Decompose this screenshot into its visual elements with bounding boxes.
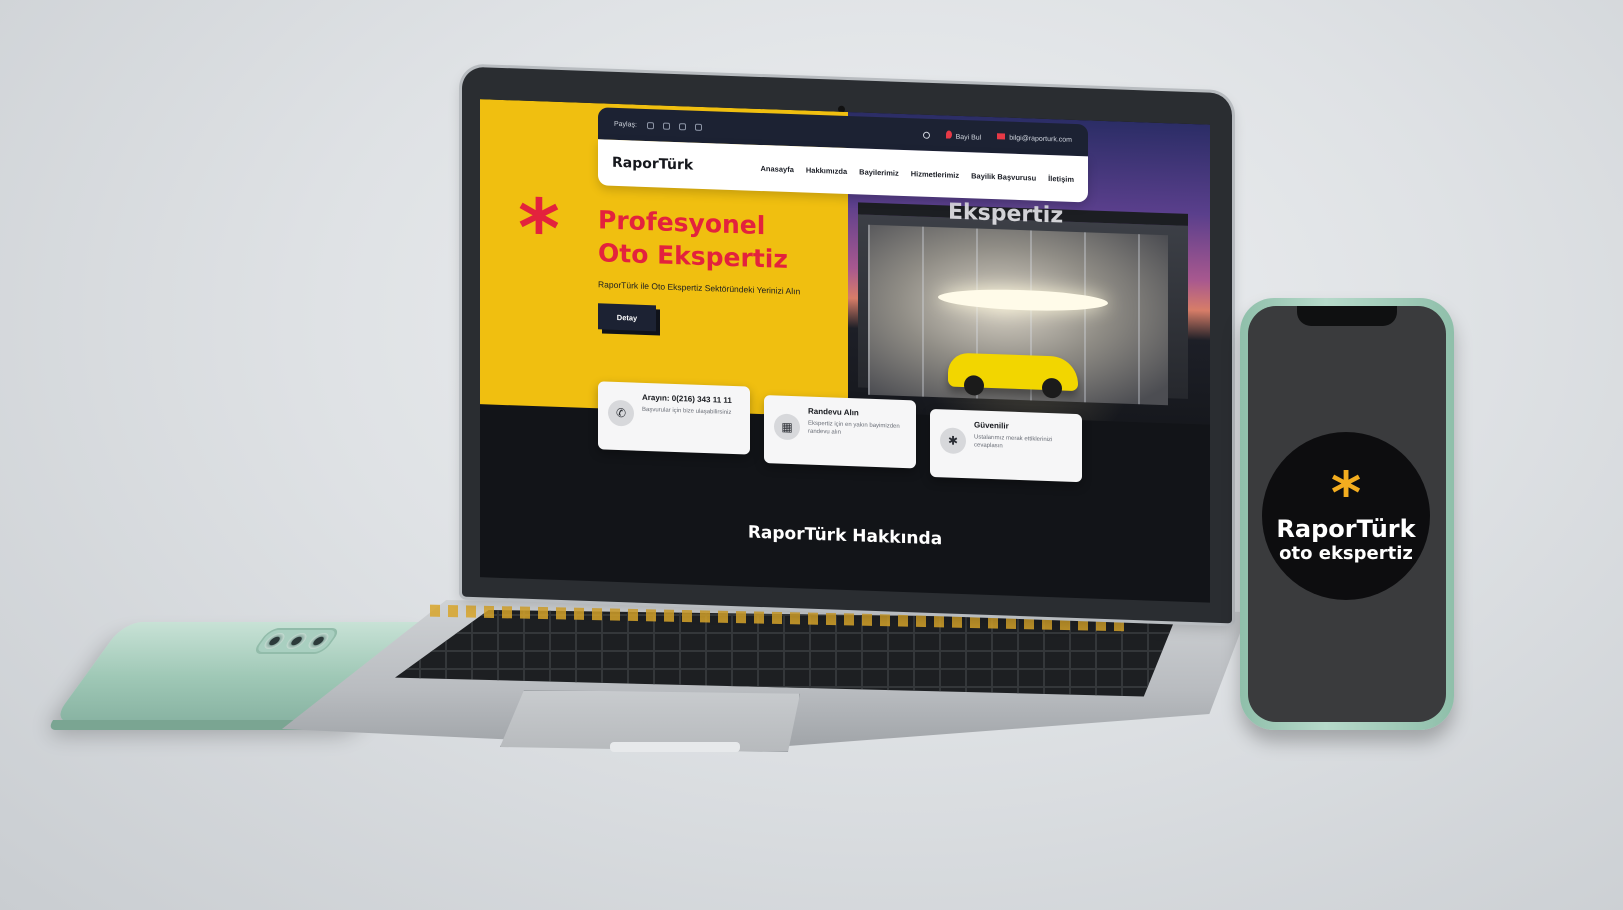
camera-lens-icon	[260, 633, 289, 649]
calendar-icon: ▦	[774, 413, 800, 441]
nav-item-home[interactable]: Anasayfa	[761, 163, 794, 173]
nav-item-franchise[interactable]: Bayilik Başvurusu	[971, 171, 1036, 182]
card-title: Randevu Alın	[808, 406, 859, 418]
card-title: Güvenilir	[974, 420, 1009, 431]
detail-button[interactable]: Detay	[598, 303, 656, 332]
laptop-lip	[610, 742, 740, 752]
hero-asterisk-icon: *	[518, 181, 560, 276]
facebook-icon[interactable]	[678, 122, 686, 130]
showroom-building	[858, 202, 1188, 406]
mail-icon	[997, 133, 1006, 140]
logo-asterisk-icon: *	[1330, 459, 1362, 527]
logo-name: RaporTürk	[1276, 515, 1416, 543]
nav-item-contact[interactable]: İletişim	[1048, 174, 1074, 184]
yellow-car	[948, 352, 1078, 392]
social-icons	[646, 121, 702, 131]
camera-lens-icon	[304, 633, 333, 649]
phone-notch	[1297, 306, 1397, 326]
dealer-link-label: Bayi Bul	[955, 133, 982, 142]
info-card-call[interactable]: ✆ Arayın: 0(216) 343 11 11 Başvurular iç…	[598, 381, 750, 455]
raporturk-logo-badge: * RaporTürk oto ekspertiz	[1262, 432, 1430, 600]
topbar-right: Bayi Bul bilgi@raporturk.com	[922, 130, 1072, 145]
asterisk-icon: ✱	[940, 427, 966, 455]
card-desc: Ekspertiz için en yakın bayimizden rande…	[808, 420, 900, 436]
card-desc: Ustalarımız merak ettiklerinizi cevaplas…	[974, 434, 1053, 450]
ceiling-light	[938, 287, 1108, 314]
phone-screen: * RaporTürk oto ekspertiz	[1248, 306, 1446, 722]
info-card-trust[interactable]: ✱ Güvenilir Ustalarımız merak ettiklerin…	[930, 408, 1082, 483]
nav-item-services[interactable]: Hizmetlerimiz	[911, 169, 959, 180]
showroom-glass	[868, 224, 1168, 406]
card-desc: Başvurular için bize ulaşabilirsiniz	[642, 406, 732, 416]
nav-item-dealers[interactable]: Bayilerimiz	[859, 167, 899, 177]
twitter-icon[interactable]	[662, 122, 670, 130]
instagram-icon[interactable]	[646, 121, 654, 129]
camera-lens-icon	[282, 633, 311, 649]
building-sign: Ekspertiz	[948, 199, 1064, 229]
nav-item-about[interactable]: Hakkımızda	[806, 165, 847, 175]
hero-title: Profesyonel Oto Ekspertiz	[598, 203, 848, 278]
youtube-icon[interactable]	[694, 123, 702, 131]
dealer-link[interactable]: Bayi Bul	[945, 130, 982, 142]
main-nav: Anasayfa Hakkımızda Bayilerimiz Hizmetle…	[761, 163, 1074, 183]
laptop-screen: Ekspertiz Paylaş: Bayi Bul bilgi@raportu…	[480, 99, 1210, 603]
card-title: Arayın: 0(216) 343 11 11	[642, 392, 732, 405]
info-card-appointment[interactable]: ▦ Randevu Alın Ekspertiz için en yakın b…	[764, 395, 916, 469]
phone-standing: * RaporTürk oto ekspertiz	[1240, 298, 1454, 730]
site-logo[interactable]: RaporTürk	[612, 155, 693, 174]
about-section-title: RaporTürk Hakkında	[747, 522, 943, 550]
search-icon[interactable]	[922, 131, 930, 139]
laptop-lid: Ekspertiz Paylaş: Bayi Bul bilgi@raportu…	[462, 66, 1232, 624]
location-pin-icon	[945, 130, 952, 139]
share-label: Paylaş:	[614, 120, 637, 129]
email-link[interactable]: bilgi@raporturk.com	[997, 133, 1072, 144]
email-label: bilgi@raporturk.com	[1009, 134, 1072, 144]
camera-module	[251, 628, 342, 654]
logo-tagline: oto ekspertiz	[1279, 543, 1413, 564]
phone-icon: ✆	[608, 399, 634, 427]
